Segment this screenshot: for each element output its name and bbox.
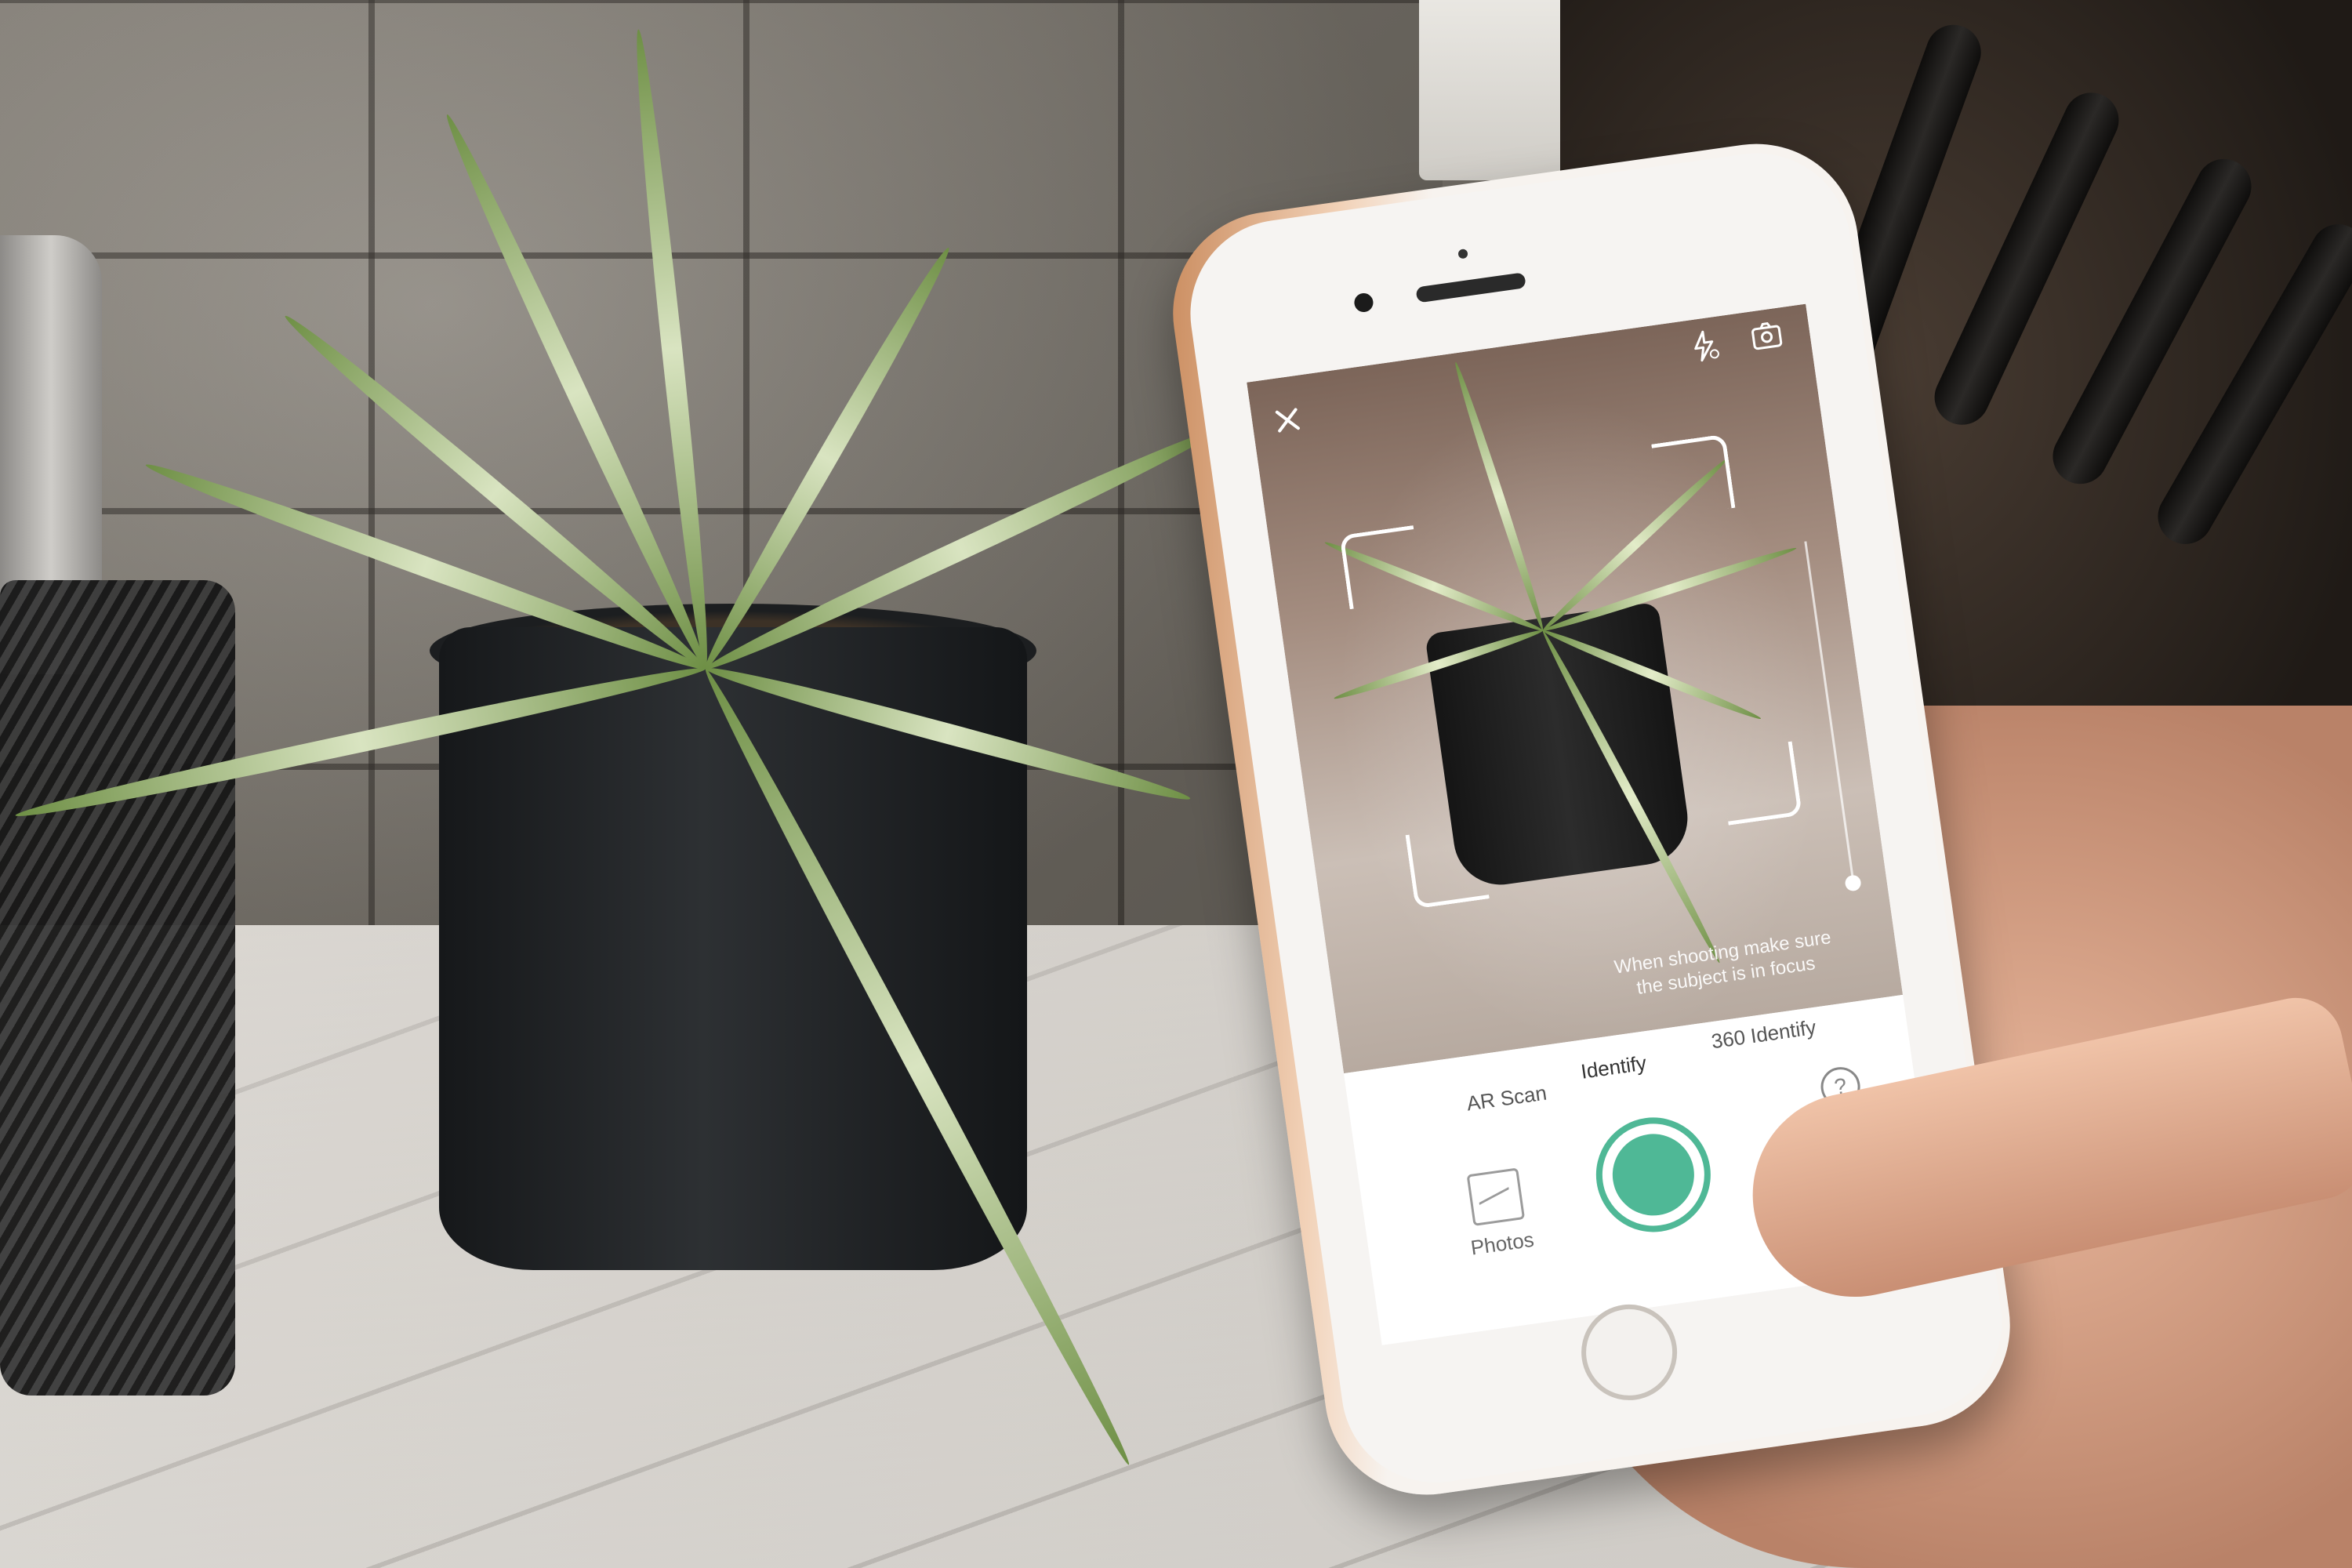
focus-frame-corner <box>1405 825 1490 909</box>
viewfinder-leaf <box>1450 361 1548 633</box>
shutter-button[interactable] <box>1588 1109 1719 1240</box>
shutter-button-fill <box>1607 1128 1700 1221</box>
focus-frame-corner <box>1651 434 1736 518</box>
photos-label: Photos <box>1469 1227 1536 1260</box>
focus-frame-corner <box>1718 741 1802 826</box>
mode-tab-ar-scan[interactable]: AR Scan <box>1465 1081 1548 1116</box>
photos-button[interactable]: Photos <box>1438 1163 1559 1263</box>
focus-hint: When shooting make sure the subject is i… <box>1589 923 1860 1007</box>
mesh-utensil-holder <box>0 580 235 1396</box>
mode-tab-identify[interactable]: Identify <box>1580 1051 1648 1083</box>
wall-outlet <box>1419 0 1560 180</box>
gallery-icon <box>1466 1167 1526 1226</box>
camera-viewfinder[interactable]: When shooting make sure the subject is i… <box>1247 303 1904 1074</box>
front-camera <box>1352 292 1375 314</box>
close-icon[interactable] <box>1265 398 1309 442</box>
mode-tab-360-identify[interactable]: 360 Identify <box>1710 1015 1817 1054</box>
zoom-slider-track[interactable] <box>1804 541 1855 884</box>
proximity-sensor <box>1457 249 1468 260</box>
earpiece <box>1415 272 1526 303</box>
focus-frame-corner <box>1339 524 1424 610</box>
switch-camera-icon[interactable] <box>1744 314 1788 358</box>
zoom-slider-knob[interactable] <box>1844 874 1862 892</box>
flash-off-icon[interactable] <box>1682 324 1726 368</box>
photo-scene: When shooting make sure the subject is i… <box>0 0 2352 1568</box>
